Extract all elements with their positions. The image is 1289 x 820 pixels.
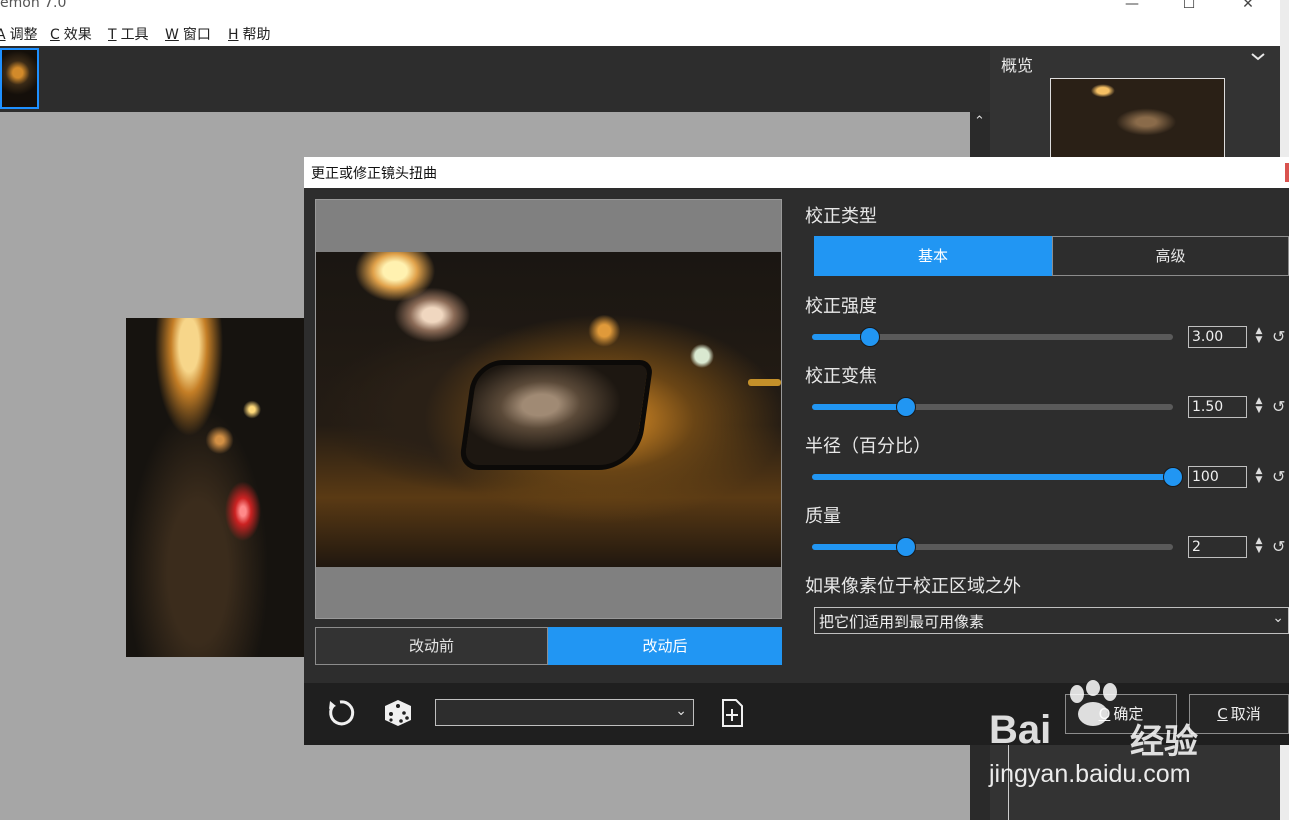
- radius-slider[interactable]: [812, 467, 1183, 487]
- menu-help-label: 帮助: [242, 27, 271, 43]
- zoom-reset-icon[interactable]: ↺: [1272, 397, 1285, 416]
- radius-label: 半径（百分比）: [805, 436, 931, 457]
- tab-basic[interactable]: 基本: [814, 236, 1052, 276]
- image-strip: [0, 46, 990, 112]
- ok-key: O: [1098, 705, 1111, 723]
- quality-reset-icon[interactable]: ↺: [1272, 537, 1285, 556]
- preview-image[interactable]: [316, 252, 781, 567]
- strength-reset-icon[interactable]: ↺: [1272, 327, 1285, 346]
- zoom-input[interactable]: 1.50: [1188, 396, 1247, 418]
- menu-adjust-label: 调整: [9, 27, 38, 43]
- menu-window-key: W: [165, 27, 179, 43]
- correction-type-label: 校正类型: [805, 206, 877, 227]
- after-button[interactable]: 改动后: [548, 627, 782, 665]
- menu-tools-key: T: [108, 27, 117, 43]
- side-mirror: [458, 360, 654, 470]
- light-streak: [748, 379, 781, 386]
- quality-label: 质量: [805, 506, 841, 527]
- zoom-label: 校正变焦: [805, 366, 877, 387]
- cancel-button[interactable]: C 取消: [1189, 694, 1289, 734]
- radius-handle[interactable]: [1163, 467, 1183, 487]
- chevron-down-icon[interactable]: [1250, 50, 1266, 66]
- cancel-key: C: [1217, 705, 1228, 723]
- outside-pixels-value: 把它们适用到最可用像素: [819, 613, 985, 631]
- radius-input[interactable]: 100: [1188, 466, 1247, 488]
- quality-handle[interactable]: [895, 537, 916, 557]
- app-titlebar: emon 7.0 — ☐ ✕: [0, 0, 1280, 18]
- menu-adjust[interactable]: A 调整: [0, 24, 38, 44]
- menu-adjust-key: A: [0, 27, 6, 43]
- zoom-handle[interactable]: [895, 397, 916, 417]
- image-thumbnail[interactable]: [0, 48, 39, 109]
- zoom-spinner-icon[interactable]: ▲ ▼: [1253, 397, 1265, 415]
- menu-help[interactable]: H 帮助: [228, 24, 271, 44]
- menu-effects-key: C: [50, 27, 60, 43]
- menu-window[interactable]: W 窗口: [165, 24, 211, 44]
- navigator-title: 概览: [1001, 56, 1034, 75]
- chevron-down-icon: ⌄: [1272, 610, 1284, 626]
- menu-effects-label: 效果: [63, 27, 92, 43]
- menu-bar: A 调整 C 效果 T 工具 W 窗口 H 帮助: [0, 18, 1280, 46]
- scroll-up-icon[interactable]: ⌃: [974, 114, 985, 129]
- quality-spinner-icon[interactable]: ▲ ▼: [1253, 537, 1265, 555]
- outside-pixels-select[interactable]: 把它们适用到最可用像素 ⌄: [814, 607, 1289, 634]
- minimize-button[interactable]: —: [1112, 0, 1152, 14]
- menu-effects[interactable]: C 效果: [50, 24, 92, 44]
- dialog-titlebar: 更正或修正镜头扭曲: [304, 157, 1289, 188]
- zoom-fill: [812, 404, 906, 410]
- cancel-label: 取消: [1230, 705, 1261, 723]
- quality-fill: [812, 544, 906, 550]
- menu-tools-label: 工具: [120, 27, 149, 43]
- radius-reset-icon[interactable]: ↺: [1272, 467, 1285, 486]
- strength-spinner-icon[interactable]: ▲ ▼: [1253, 327, 1265, 345]
- dialog-title: 更正或修正镜头扭曲: [311, 166, 437, 182]
- canvas-image[interactable]: [126, 318, 306, 657]
- quality-slider[interactable]: [812, 537, 1173, 557]
- ok-label: 确定: [1113, 705, 1144, 723]
- lens-distortion-dialog: 更正或修正镜头扭曲 改动前 改动后 校正类型 基本 高级 校正强度 3.00 ▲…: [304, 157, 1289, 745]
- strength-label: 校正强度: [805, 296, 877, 317]
- strength-slider[interactable]: [812, 327, 1173, 347]
- maximize-button[interactable]: ☐: [1169, 0, 1209, 14]
- new-preset-icon[interactable]: [716, 697, 748, 729]
- navigator-preview[interactable]: [1050, 78, 1225, 158]
- preset-select[interactable]: ⌄: [435, 699, 694, 726]
- menu-tools[interactable]: T 工具: [108, 24, 149, 44]
- preview-area: [315, 199, 782, 619]
- dice-icon[interactable]: [382, 697, 414, 729]
- ok-button[interactable]: O 确定: [1065, 694, 1177, 734]
- tab-advanced[interactable]: 高级: [1052, 236, 1289, 276]
- dialog-footer: ⌄ O 确定 C 取消: [304, 683, 1289, 745]
- menu-window-label: 窗口: [182, 27, 211, 43]
- app-title: emon 7.0: [0, 0, 67, 11]
- strength-handle[interactable]: [859, 327, 880, 347]
- radius-spinner-icon[interactable]: ▲ ▼: [1253, 467, 1265, 485]
- radius-fill: [812, 474, 1173, 480]
- quality-input[interactable]: 2: [1188, 536, 1247, 558]
- strength-input[interactable]: 3.00: [1188, 326, 1247, 348]
- zoom-slider[interactable]: [812, 397, 1173, 417]
- close-button[interactable]: ✕: [1228, 0, 1268, 14]
- chevron-down-icon: ⌄: [675, 703, 687, 719]
- menu-help-key: H: [228, 27, 239, 43]
- reset-all-icon[interactable]: [324, 697, 356, 729]
- outside-pixels-label: 如果像素位于校正区域之外: [805, 576, 1021, 597]
- dialog-close-button[interactable]: [1285, 163, 1289, 182]
- before-button[interactable]: 改动前: [315, 627, 548, 665]
